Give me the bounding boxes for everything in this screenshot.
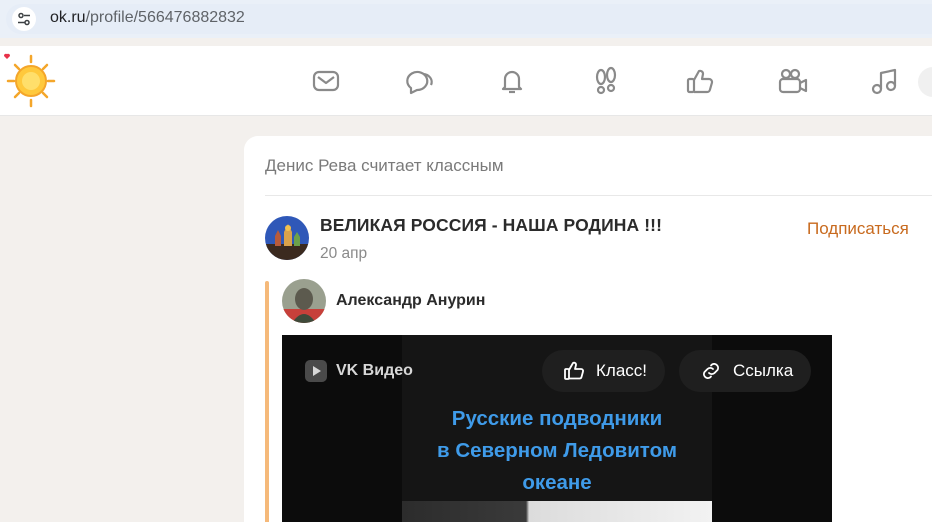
browser-address-bar: ok.ru/profile/566476882832 xyxy=(0,0,932,38)
video-link-label: Ссылка xyxy=(733,361,794,380)
site-settings-icon[interactable] xyxy=(12,7,36,31)
video-link-button[interactable]: Ссылка xyxy=(679,350,812,392)
caption-line: в Северном Ледовитом xyxy=(437,439,677,462)
video-thumbnail-strip xyxy=(402,501,712,522)
mail-icon[interactable] xyxy=(309,64,343,98)
video-player[interactable]: VK Видео Класс! Ссылка Русские подводник… xyxy=(282,335,832,522)
subscribe-button[interactable]: Подписаться xyxy=(807,219,909,239)
caption-line: Русские подводники xyxy=(451,407,663,430)
video-caption: Русские подводники в Северном Ледовитом … xyxy=(402,403,712,499)
divider xyxy=(265,195,932,196)
url-path: /profile/566476882832 xyxy=(85,9,245,26)
feed-card: Денис Рева считает классным ВЕЛИКАЯ РОСС… xyxy=(244,136,932,522)
thumbs-up-icon[interactable] xyxy=(683,64,717,98)
vk-video-brand: VK Видео xyxy=(304,359,413,383)
vk-video-label: VK Видео xyxy=(336,362,413,379)
left-column xyxy=(0,117,244,522)
group-avatar[interactable] xyxy=(265,216,309,260)
link-icon xyxy=(703,363,719,379)
vk-video-logo-icon xyxy=(305,360,327,382)
site-header xyxy=(0,46,932,116)
author-avatar[interactable] xyxy=(282,279,326,323)
group-title[interactable]: ВЕЛИКАЯ РОССИЯ - НАША РОДИНА !!! xyxy=(320,215,662,236)
music-note-icon[interactable] xyxy=(868,64,902,98)
thumbs-up-icon xyxy=(564,361,584,380)
footprints-icon[interactable] xyxy=(589,64,623,98)
chat-bubbles-icon[interactable] xyxy=(402,64,436,98)
video-like-label: Класс! xyxy=(596,361,647,380)
video-camera-icon[interactable] xyxy=(776,64,810,98)
post-date[interactable]: 20 апр xyxy=(320,245,367,263)
ok-sun-logo-icon[interactable] xyxy=(0,50,60,108)
video-like-button[interactable]: Класс! xyxy=(542,350,665,392)
repost-indicator xyxy=(265,281,269,522)
repost-author-name[interactable]: Александр Анурин xyxy=(336,292,485,310)
url-text[interactable]: ok.ru/profile/566476882832 xyxy=(50,9,245,27)
caption-line: океане xyxy=(522,471,592,494)
activity-text: Денис Рева считает классным xyxy=(265,156,504,175)
bell-icon[interactable] xyxy=(495,64,529,98)
url-host: ok.ru xyxy=(50,9,86,26)
